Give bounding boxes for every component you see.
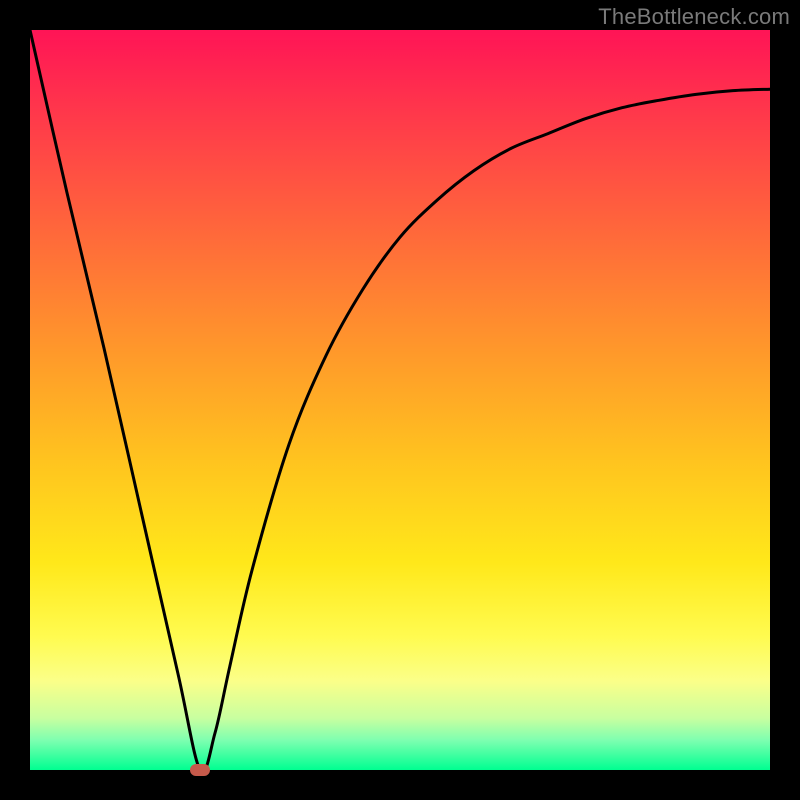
chart-plot-area — [30, 30, 770, 770]
curve-path — [30, 30, 770, 772]
bottleneck-curve — [30, 30, 770, 770]
watermark-text: TheBottleneck.com — [598, 4, 790, 30]
optimal-point-marker — [190, 764, 210, 776]
